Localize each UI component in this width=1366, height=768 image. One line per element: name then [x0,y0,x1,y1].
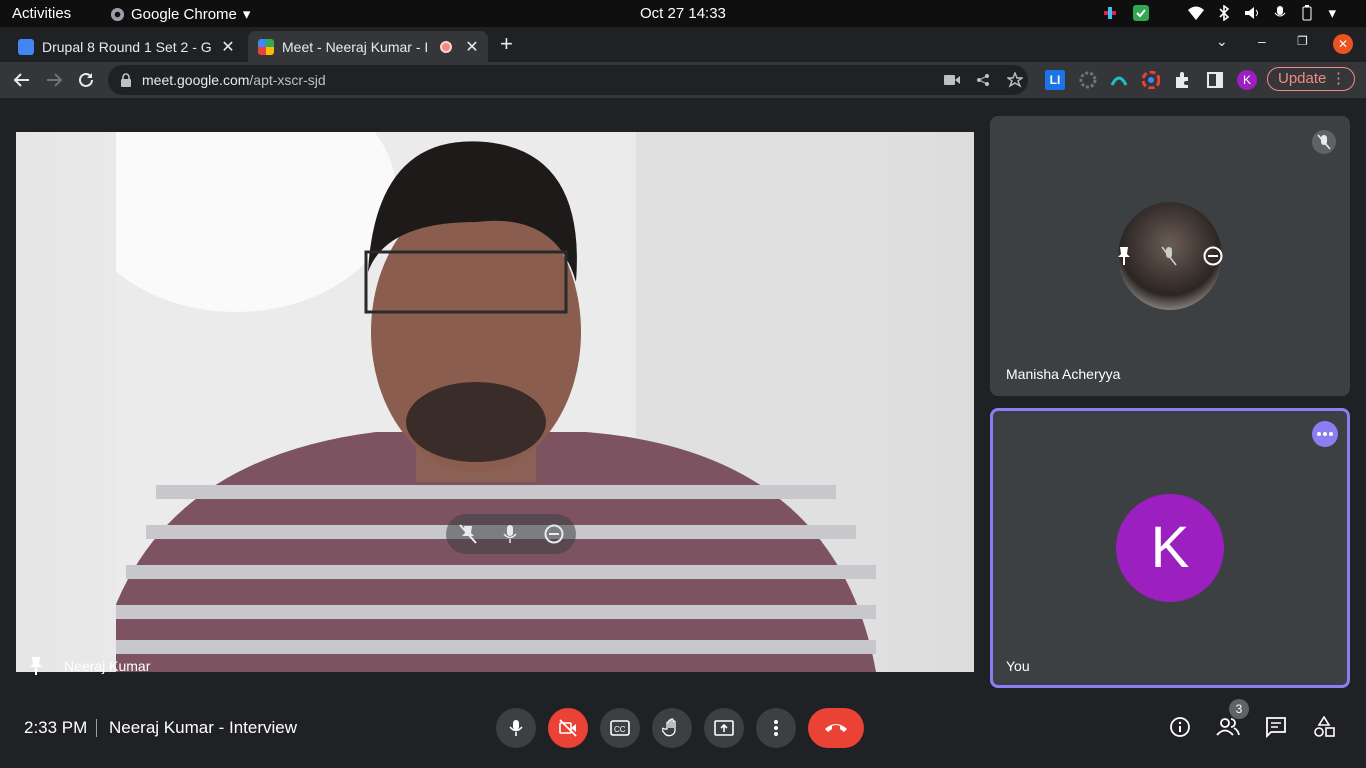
recording-icon [440,40,452,53]
people-count-badge: 3 [1229,699,1249,719]
microphone-icon [509,720,523,736]
maximize-button[interactable]: ❐ [1297,34,1308,48]
meeting-controls-bar: 2:33 PM Neeraj Kumar - Interview CC 3 [0,688,1366,768]
hand-icon [662,718,676,737]
shield-check-icon [1133,5,1150,21]
self-avatar: K [1116,494,1224,602]
side-panel-icon[interactable] [1206,71,1224,89]
color-wheel-icon[interactable] [1142,71,1160,89]
address-bar[interactable]: meet.google.com/apt-xscr-sjd [108,65,1028,95]
tab-drupal-doc[interactable]: Drupal 8 Round 1 Set 2 - G ✕ [8,31,244,62]
main-participant-name: Neeraj Kumar [64,658,151,674]
chevron-down-icon: ▾ [242,6,251,23]
raise-hand-button[interactable] [652,708,692,748]
participant-video-image [116,132,876,672]
bluetooth-icon [1219,5,1230,21]
clock[interactable]: Oct 27 14:33 [640,5,726,22]
kebab-menu-icon: ⋮ [1331,70,1346,87]
main-video-feed[interactable] [16,132,974,672]
close-icon[interactable]: ✕ [462,37,482,57]
tile-hover-controls [446,514,576,554]
microphone-button[interactable] [496,708,536,748]
star-icon[interactable] [1007,72,1023,88]
tab-strip: Drupal 8 Round 1 Set 2 - G ✕ Meet - Neer… [0,27,1366,62]
lock-icon [121,73,131,87]
activities-icon[interactable] [1313,716,1335,738]
pin-icon[interactable] [29,656,43,676]
system-tray[interactable]: ▾ [1102,4,1336,22]
gear-icon[interactable] [1079,71,1097,89]
extension-arc-icon[interactable] [1110,71,1128,89]
chrome-icon [110,7,125,21]
pin-icon[interactable] [1117,246,1133,266]
update-button[interactable]: Update ⋮ [1267,67,1355,91]
meeting-title: Neeraj Kumar - Interview [109,718,298,737]
leave-call-button[interactable] [808,708,864,748]
more-options-button[interactable] [756,708,796,748]
present-button[interactable] [704,708,744,748]
svg-text:CC: CC [614,725,626,734]
linkedin-extension-icon[interactable]: LI [1045,70,1065,90]
chat-icon[interactable] [1265,716,1287,738]
close-icon[interactable]: ✕ [218,37,238,57]
url-host: meet.google.com [142,72,250,88]
muted-mic-icon[interactable] [1161,246,1177,266]
puzzle-icon[interactable] [1174,71,1192,89]
info-icon[interactable] [1169,716,1191,738]
meet-icon [258,38,274,55]
app-name: Google Chrome [131,5,237,23]
volume-icon [1245,7,1259,19]
self-tile[interactable]: K You [990,408,1350,688]
wifi-icon [1188,6,1205,20]
participant-name: Manisha Acheryya [1006,366,1121,382]
browser-toolbar: meet.google.com/apt-xscr-sjd LI K Update… [0,62,1366,98]
slack-icon [1104,7,1117,19]
forward-arrow-icon[interactable] [45,71,63,89]
app-menu[interactable]: Google Chrome ▾ [110,5,250,23]
participant-tile[interactable]: Manisha Acheryya [990,116,1350,396]
system-top-bar: Activities Google Chrome ▾ Oct 27 14:33 … [0,0,1366,27]
docs-icon [18,38,34,55]
minimize-button[interactable]: – [1258,33,1266,49]
camera-off-icon [559,719,577,737]
present-screen-icon [714,720,734,736]
muted-mic-icon [1312,130,1336,154]
more-options-button[interactable] [1312,421,1338,447]
chevron-down-icon: ▾ [1328,5,1336,22]
kebab-menu-icon [774,720,778,736]
microphone-icon[interactable] [502,524,518,549]
remove-icon[interactable] [1203,246,1223,266]
tab-title: Drupal 8 Round 1 Set 2 - G [42,38,212,55]
camera-button[interactable] [548,708,588,748]
microphone-icon [1275,6,1286,17]
tab-search-button[interactable]: ⌄ [1216,33,1228,50]
pin-off-icon[interactable] [459,524,477,549]
captions-icon: CC [610,720,630,736]
share-icon[interactable] [976,73,990,87]
reload-icon[interactable] [77,71,95,89]
hang-up-icon [825,724,847,732]
people-icon[interactable] [1216,716,1240,738]
tab-title: Meet - Neeraj Kumar - I [282,38,429,55]
new-tab-button[interactable]: + [500,31,513,57]
back-arrow-icon[interactable] [13,71,31,89]
close-window-button[interactable]: ✕ [1333,34,1353,54]
participant-name: You [1006,658,1030,674]
meeting-time: 2:33 PM [24,718,88,737]
profile-avatar[interactable]: K [1237,70,1257,90]
battery-icon [1302,5,1312,21]
tab-meet[interactable]: Meet - Neeraj Kumar - I ✕ [248,31,488,62]
url-path: /apt-xscr-sjd [249,72,326,88]
update-label: Update [1278,70,1327,87]
divider [96,719,97,737]
activities-button[interactable]: Activities [12,5,71,22]
remove-icon[interactable] [544,524,564,549]
captions-button[interactable]: CC [600,708,640,748]
camera-icon[interactable] [944,74,960,86]
